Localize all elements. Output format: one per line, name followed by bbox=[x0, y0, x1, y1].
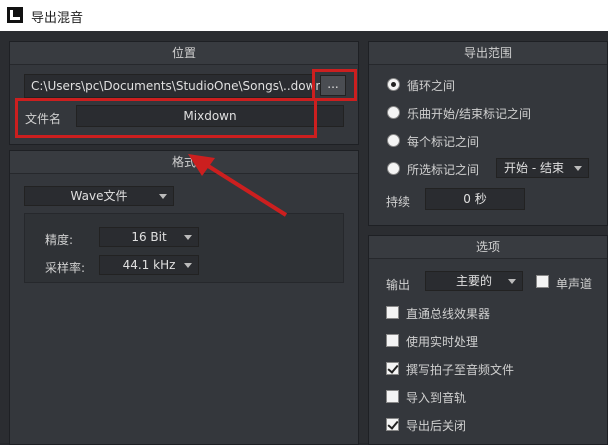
export-mixdown-dialog: 位置 C:\Users\pc\Documents\StudioOne\Songs… bbox=[0, 31, 608, 445]
precision-value: 16 Bit bbox=[131, 230, 167, 244]
marker-range-select[interactable]: 开始 - 结束 bbox=[496, 158, 589, 178]
path-field[interactable]: C:\Users\pc\Documents\StudioOne\Songs\..… bbox=[24, 74, 323, 98]
bus-fx-checkbox[interactable] bbox=[386, 306, 399, 319]
export-range-header: 导出范围 bbox=[369, 42, 607, 65]
highlight-filename-row bbox=[15, 98, 317, 138]
title-bar: 导出混音 bbox=[0, 0, 608, 31]
format-settings-box: 精度: 16 Bit 采样率: 44.1 kHz bbox=[24, 213, 344, 283]
output-label: 输出 bbox=[386, 278, 411, 292]
range-radio-loop[interactable] bbox=[387, 78, 400, 91]
highlight-browse-button bbox=[312, 69, 357, 101]
format-type-value: Wave文件 bbox=[70, 189, 128, 203]
samplerate-label: 采样率: bbox=[45, 261, 86, 275]
realtime-checkbox[interactable] bbox=[386, 334, 399, 347]
import-track-label: 导入到音轨 bbox=[406, 391, 467, 405]
output-select[interactable]: 主要的 bbox=[425, 271, 523, 291]
range-label-each-marker: 每个标记之间 bbox=[407, 135, 480, 149]
realtime-label: 使用实时处理 bbox=[406, 335, 479, 349]
samplerate-select[interactable]: 44.1 kHz bbox=[99, 255, 199, 275]
range-label-loop: 循环之间 bbox=[407, 79, 456, 93]
range-radio-song[interactable] bbox=[387, 106, 400, 119]
import-track-checkbox[interactable] bbox=[386, 390, 399, 403]
duration-field: 0 秒 bbox=[425, 188, 525, 210]
options-header: 选项 bbox=[369, 236, 607, 259]
range-radio-selected-markers[interactable] bbox=[387, 162, 400, 175]
duration-label: 持续 bbox=[386, 195, 411, 209]
range-label-song: 乐曲开始/结束标记之间 bbox=[407, 107, 532, 121]
close-after-export-label: 导出后关闭 bbox=[406, 419, 467, 433]
window-title: 导出混音 bbox=[31, 11, 84, 26]
format-header: 格式 bbox=[10, 151, 358, 174]
samplerate-value: 44.1 kHz bbox=[122, 258, 176, 272]
chevron-down-icon bbox=[159, 194, 167, 199]
chevron-down-icon bbox=[184, 263, 192, 268]
range-label-selected-markers: 所选标记之间 bbox=[407, 163, 480, 177]
chevron-down-icon bbox=[508, 279, 516, 284]
export-range-panel: 导出范围 循环之间 乐曲开始/结束标记之间 每个标记之间 所选标记之间 开始 -… bbox=[368, 41, 608, 226]
format-panel: 格式 Wave文件 精度: 16 Bit 采样率: 44.1 kHz bbox=[9, 150, 359, 445]
format-type-select[interactable]: Wave文件 bbox=[24, 186, 174, 206]
chevron-down-icon bbox=[184, 235, 192, 240]
chevron-down-icon bbox=[574, 166, 582, 171]
mono-checkbox[interactable] bbox=[536, 275, 549, 288]
output-value: 主要的 bbox=[455, 274, 492, 288]
close-after-export-checkbox[interactable] bbox=[386, 418, 399, 431]
path-value: C:\Users\pc\Documents\StudioOne\Songs\..… bbox=[31, 79, 324, 93]
location-header: 位置 bbox=[10, 42, 358, 65]
precision-select[interactable]: 16 Bit bbox=[99, 227, 199, 247]
range-radio-each-marker[interactable] bbox=[387, 134, 400, 147]
mono-label: 单声道 bbox=[556, 277, 593, 291]
bus-fx-label: 直通总线效果器 bbox=[406, 307, 491, 321]
precision-label: 精度: bbox=[45, 233, 74, 247]
duration-value: 0 秒 bbox=[463, 192, 487, 206]
app-logo-icon bbox=[7, 7, 23, 23]
marker-range-value: 开始 - 结束 bbox=[504, 161, 564, 175]
options-panel: 选项 输出 主要的 单声道 直通总线效果器 使用实时处理 撰写拍子至音频文件 导… bbox=[368, 235, 608, 445]
write-tempo-label: 撰写拍子至音频文件 bbox=[406, 363, 515, 377]
write-tempo-checkbox[interactable] bbox=[386, 362, 399, 375]
